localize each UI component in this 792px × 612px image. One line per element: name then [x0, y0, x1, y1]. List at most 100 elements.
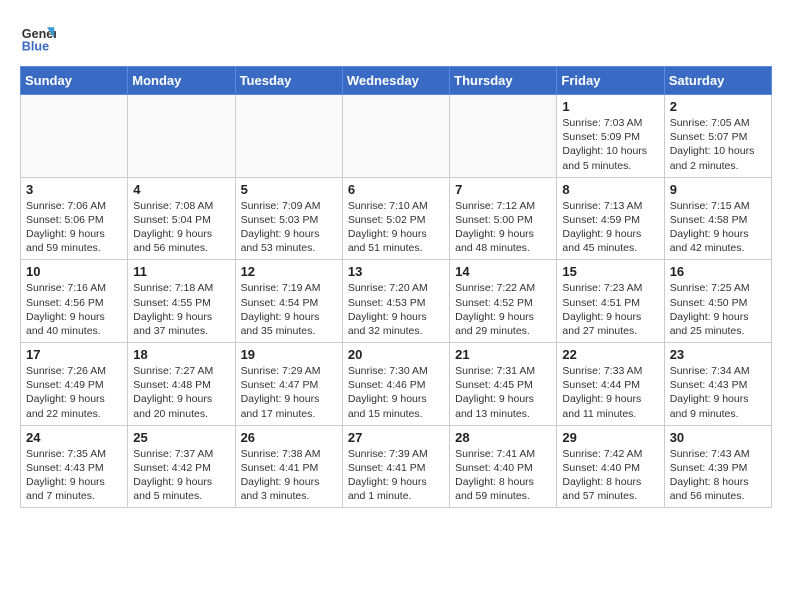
- day-detail: Sunrise: 7:08 AM Sunset: 5:04 PM Dayligh…: [133, 199, 229, 256]
- day-number: 5: [241, 182, 337, 197]
- weekday-header-row: SundayMondayTuesdayWednesdayThursdayFrid…: [21, 67, 772, 95]
- calendar-cell: 21 Sunrise: 7:31 AM Sunset: 4:45 PM Dayli…: [450, 343, 557, 426]
- day-detail: Sunrise: 7:05 AM Sunset: 5:07 PM Dayligh…: [670, 116, 766, 173]
- calendar-cell: 20 Sunrise: 7:30 AM Sunset: 4:46 PM Dayli…: [342, 343, 449, 426]
- day-detail: Sunrise: 7:31 AM Sunset: 4:45 PM Dayligh…: [455, 364, 551, 421]
- day-detail: Sunrise: 7:33 AM Sunset: 4:44 PM Dayligh…: [562, 364, 658, 421]
- day-number: 16: [670, 264, 766, 279]
- calendar-cell: 18 Sunrise: 7:27 AM Sunset: 4:48 PM Dayli…: [128, 343, 235, 426]
- day-number: 15: [562, 264, 658, 279]
- day-number: 13: [348, 264, 444, 279]
- week-row-1: 1 Sunrise: 7:03 AM Sunset: 5:09 PM Daylig…: [21, 95, 772, 178]
- weekday-header-tuesday: Tuesday: [235, 67, 342, 95]
- day-detail: Sunrise: 7:23 AM Sunset: 4:51 PM Dayligh…: [562, 281, 658, 338]
- day-detail: Sunrise: 7:20 AM Sunset: 4:53 PM Dayligh…: [348, 281, 444, 338]
- day-detail: Sunrise: 7:37 AM Sunset: 4:42 PM Dayligh…: [133, 447, 229, 504]
- day-number: 24: [26, 430, 122, 445]
- weekday-header-wednesday: Wednesday: [342, 67, 449, 95]
- weekday-header-monday: Monday: [128, 67, 235, 95]
- calendar-cell: [128, 95, 235, 178]
- day-detail: Sunrise: 7:26 AM Sunset: 4:49 PM Dayligh…: [26, 364, 122, 421]
- day-number: 20: [348, 347, 444, 362]
- logo: General Blue: [20, 20, 56, 56]
- day-number: 3: [26, 182, 122, 197]
- day-detail: Sunrise: 7:43 AM Sunset: 4:39 PM Dayligh…: [670, 447, 766, 504]
- day-detail: Sunrise: 7:27 AM Sunset: 4:48 PM Dayligh…: [133, 364, 229, 421]
- week-row-3: 10 Sunrise: 7:16 AM Sunset: 4:56 PM Dayli…: [21, 260, 772, 343]
- calendar-cell: 13 Sunrise: 7:20 AM Sunset: 4:53 PM Dayli…: [342, 260, 449, 343]
- calendar-cell: 4 Sunrise: 7:08 AM Sunset: 5:04 PM Daylig…: [128, 177, 235, 260]
- day-number: 25: [133, 430, 229, 445]
- calendar-cell: [342, 95, 449, 178]
- day-detail: Sunrise: 7:10 AM Sunset: 5:02 PM Dayligh…: [348, 199, 444, 256]
- svg-text:Blue: Blue: [22, 40, 49, 54]
- week-row-5: 24Sunrise: 7:35 AM Sunset: 4:43 PM Dayli…: [21, 425, 772, 508]
- calendar-cell: 11 Sunrise: 7:18 AM Sunset: 4:55 PM Dayli…: [128, 260, 235, 343]
- calendar-cell: 16 Sunrise: 7:25 AM Sunset: 4:50 PM Dayli…: [664, 260, 771, 343]
- day-detail: Sunrise: 7:13 AM Sunset: 4:59 PM Dayligh…: [562, 199, 658, 256]
- calendar-cell: 22 Sunrise: 7:33 AM Sunset: 4:44 PM Dayli…: [557, 343, 664, 426]
- calendar-cell: 28 Sunrise: 7:41 AM Sunset: 4:40 PM Dayli…: [450, 425, 557, 508]
- day-detail: Sunrise: 7:15 AM Sunset: 4:58 PM Dayligh…: [670, 199, 766, 256]
- calendar-cell: [450, 95, 557, 178]
- day-number: 27: [348, 430, 444, 445]
- day-number: 29: [562, 430, 658, 445]
- day-number: 23: [670, 347, 766, 362]
- day-number: 9: [670, 182, 766, 197]
- week-row-2: 3 Sunrise: 7:06 AM Sunset: 5:06 PM Daylig…: [21, 177, 772, 260]
- calendar-cell: 5 Sunrise: 7:09 AM Sunset: 5:03 PM Daylig…: [235, 177, 342, 260]
- calendar-cell: 27Sunrise: 7:39 AM Sunset: 4:41 PM Dayli…: [342, 425, 449, 508]
- day-detail: Sunrise: 7:16 AM Sunset: 4:56 PM Dayligh…: [26, 281, 122, 338]
- calendar-cell: 25 Sunrise: 7:37 AM Sunset: 4:42 PM Dayli…: [128, 425, 235, 508]
- day-number: 10: [26, 264, 122, 279]
- weekday-header-friday: Friday: [557, 67, 664, 95]
- day-number: 4: [133, 182, 229, 197]
- day-detail: Sunrise: 7:12 AM Sunset: 5:00 PM Dayligh…: [455, 199, 551, 256]
- day-number: 6: [348, 182, 444, 197]
- day-detail: Sunrise: 7:42 AM Sunset: 4:40 PM Dayligh…: [562, 447, 658, 504]
- day-number: 1: [562, 99, 658, 114]
- calendar-cell: 1 Sunrise: 7:03 AM Sunset: 5:09 PM Daylig…: [557, 95, 664, 178]
- day-detail: Sunrise: 7:06 AM Sunset: 5:06 PM Dayligh…: [26, 199, 122, 256]
- day-detail: Sunrise: 7:30 AM Sunset: 4:46 PM Dayligh…: [348, 364, 444, 421]
- calendar-cell: [235, 95, 342, 178]
- calendar-cell: 29 Sunrise: 7:42 AM Sunset: 4:40 PM Dayli…: [557, 425, 664, 508]
- calendar-cell: 30 Sunrise: 7:43 AM Sunset: 4:39 PM Dayli…: [664, 425, 771, 508]
- weekday-header-thursday: Thursday: [450, 67, 557, 95]
- calendar-cell: 8 Sunrise: 7:13 AM Sunset: 4:59 PM Daylig…: [557, 177, 664, 260]
- calendar-cell: 9 Sunrise: 7:15 AM Sunset: 4:58 PM Daylig…: [664, 177, 771, 260]
- day-detail: Sunrise: 7:18 AM Sunset: 4:55 PM Dayligh…: [133, 281, 229, 338]
- calendar-cell: 12 Sunrise: 7:19 AM Sunset: 4:54 PM Dayli…: [235, 260, 342, 343]
- calendar-cell: [21, 95, 128, 178]
- logo-icon: General Blue: [20, 20, 56, 56]
- calendar-cell: 3 Sunrise: 7:06 AM Sunset: 5:06 PM Daylig…: [21, 177, 128, 260]
- day-detail: Sunrise: 7:41 AM Sunset: 4:40 PM Dayligh…: [455, 447, 551, 504]
- day-number: 21: [455, 347, 551, 362]
- day-number: 22: [562, 347, 658, 362]
- calendar-cell: 17Sunrise: 7:26 AM Sunset: 4:49 PM Dayli…: [21, 343, 128, 426]
- calendar-cell: 26Sunrise: 7:38 AM Sunset: 4:41 PM Dayli…: [235, 425, 342, 508]
- day-number: 7: [455, 182, 551, 197]
- weekday-header-saturday: Saturday: [664, 67, 771, 95]
- week-row-4: 17Sunrise: 7:26 AM Sunset: 4:49 PM Dayli…: [21, 343, 772, 426]
- calendar-cell: 23 Sunrise: 7:34 AM Sunset: 4:43 PM Dayli…: [664, 343, 771, 426]
- day-number: 30: [670, 430, 766, 445]
- day-detail: Sunrise: 7:09 AM Sunset: 5:03 PM Dayligh…: [241, 199, 337, 256]
- calendar-cell: 15 Sunrise: 7:23 AM Sunset: 4:51 PM Dayli…: [557, 260, 664, 343]
- day-detail: Sunrise: 7:03 AM Sunset: 5:09 PM Dayligh…: [562, 116, 658, 173]
- day-number: 18: [133, 347, 229, 362]
- calendar-cell: 14Sunrise: 7:22 AM Sunset: 4:52 PM Dayli…: [450, 260, 557, 343]
- day-number: 14: [455, 264, 551, 279]
- day-number: 8: [562, 182, 658, 197]
- calendar-cell: 10 Sunrise: 7:16 AM Sunset: 4:56 PM Dayli…: [21, 260, 128, 343]
- day-number: 26: [241, 430, 337, 445]
- day-number: 19: [241, 347, 337, 362]
- day-detail: Sunrise: 7:19 AM Sunset: 4:54 PM Dayligh…: [241, 281, 337, 338]
- day-number: 12: [241, 264, 337, 279]
- day-number: 11: [133, 264, 229, 279]
- day-detail: Sunrise: 7:25 AM Sunset: 4:50 PM Dayligh…: [670, 281, 766, 338]
- day-detail: Sunrise: 7:34 AM Sunset: 4:43 PM Dayligh…: [670, 364, 766, 421]
- day-number: 2: [670, 99, 766, 114]
- day-number: 28: [455, 430, 551, 445]
- page-header: General Blue: [20, 20, 772, 56]
